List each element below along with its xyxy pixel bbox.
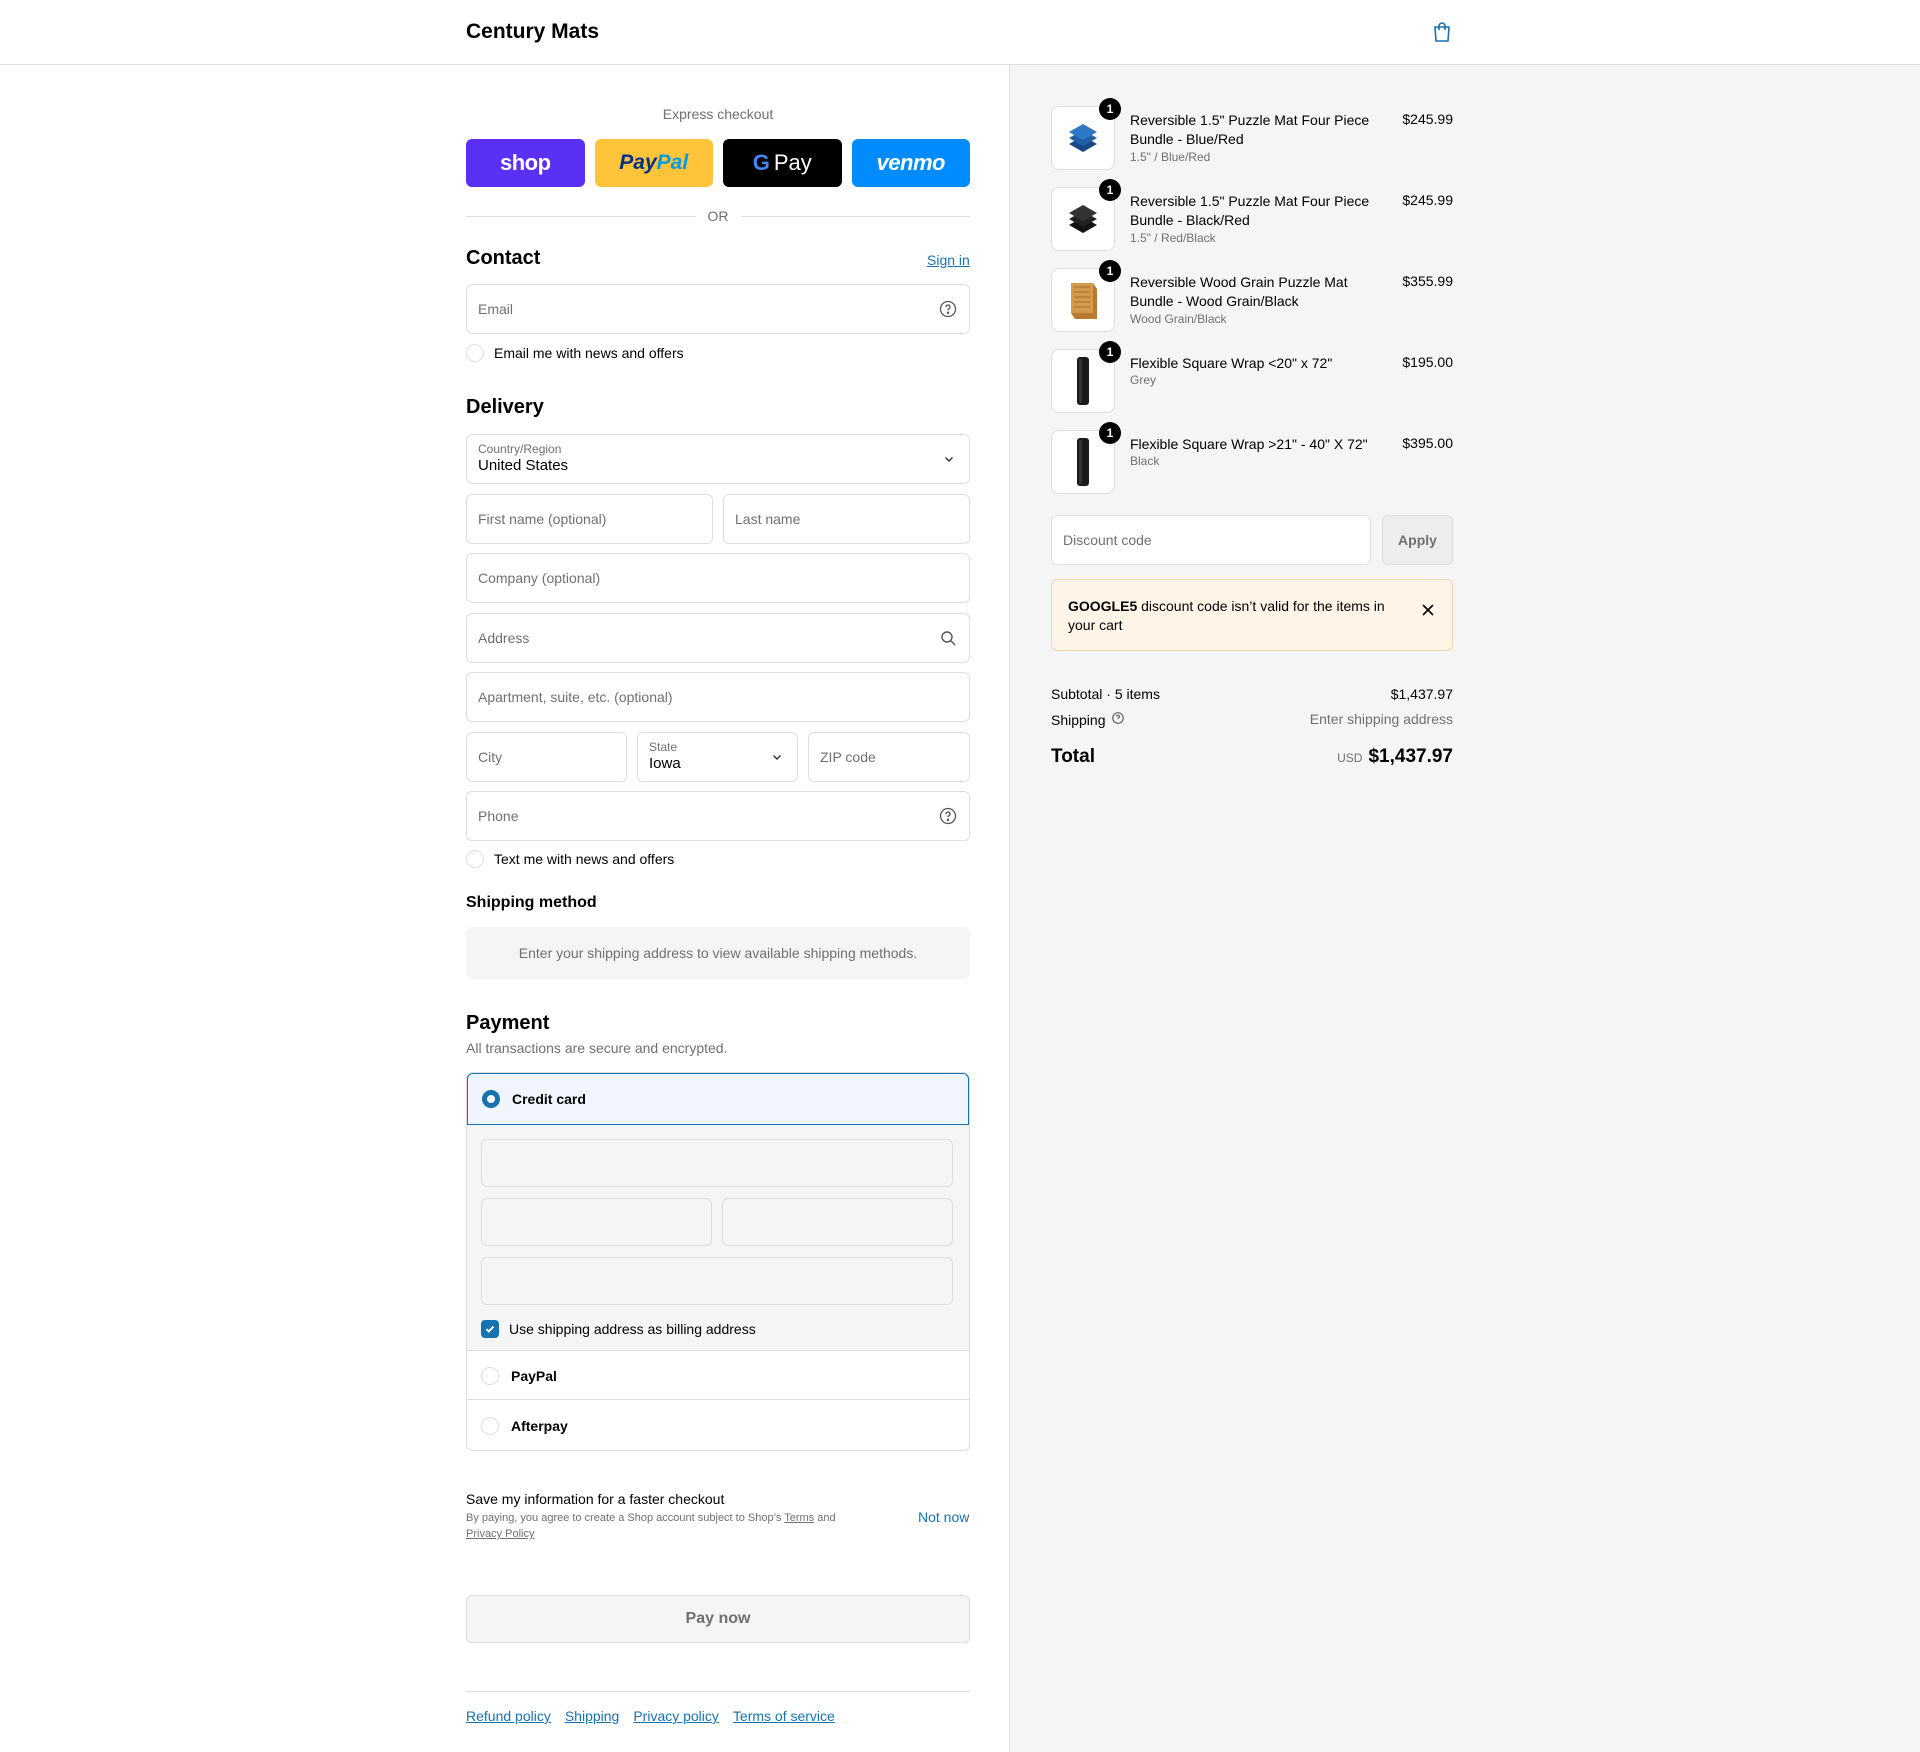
zip-field[interactable]: ZIP code xyxy=(808,732,970,782)
radio-unselected[interactable] xyxy=(481,1417,499,1435)
name-on-card-field[interactable] xyxy=(481,1257,953,1305)
search-icon xyxy=(938,628,958,648)
footer-links: Refund policy Shipping Privacy policy Te… xyxy=(466,1708,835,1724)
payment-methods: Credit card Use shipping address as bill… xyxy=(466,1072,970,1451)
terms-of-service-link[interactable]: Terms of service xyxy=(733,1708,835,1724)
help-icon[interactable] xyxy=(938,299,958,319)
item-price: $395.00 xyxy=(1402,435,1453,451)
help-icon[interactable] xyxy=(938,806,958,826)
or-divider: OR xyxy=(466,206,970,226)
state-select[interactable]: State Iowa xyxy=(637,732,798,782)
quantity-badge: 1 xyxy=(1099,260,1121,282)
contact-title: Contact xyxy=(466,247,541,269)
shipping-policy-link[interactable]: Shipping xyxy=(565,1708,620,1724)
express-checkout-buttons: shop Pay Pal G Pay venmo xyxy=(466,139,970,187)
total-row: Total USD $1,437.97 xyxy=(1051,746,1453,767)
express-checkout-title: Express checkout xyxy=(662,106,774,122)
quantity-badge: 1 xyxy=(1099,341,1121,363)
puzzle-mat-stack-icon xyxy=(1069,124,1097,152)
footer-divider xyxy=(466,1691,970,1692)
billing-address-checkbox[interactable]: Use shipping address as billing address xyxy=(481,1320,756,1338)
shipping-method-placeholder: Enter your shipping address to view avai… xyxy=(466,927,970,979)
save-info-disclaimer: By paying, you agree to create a Shop ac… xyxy=(466,1512,836,1540)
afterpay-option[interactable]: Afterpay xyxy=(467,1401,969,1450)
terms-link[interactable]: Terms xyxy=(784,1512,814,1524)
checkbox[interactable] xyxy=(466,344,484,362)
quantity-badge: 1 xyxy=(1099,422,1121,444)
help-icon[interactable] xyxy=(1111,711,1125,728)
store-logo[interactable]: Century Mats xyxy=(466,20,599,44)
checkbox[interactable] xyxy=(466,850,484,868)
cart-item: 1 Flexible Square Wrap <20" x 72" Grey $… xyxy=(1051,341,1453,413)
chevron-down-icon xyxy=(943,452,955,464)
paypal-option[interactable]: PayPal xyxy=(467,1352,969,1400)
item-name: Flexible Square Wrap <20" x 72" xyxy=(1130,355,1333,371)
privacy-policy-footer-link[interactable]: Privacy policy xyxy=(633,1708,719,1724)
apply-discount-button[interactable]: Apply xyxy=(1382,515,1453,565)
sign-in-link[interactable]: Sign in xyxy=(927,252,970,268)
item-variant: Black xyxy=(1130,454,1160,468)
item-variant: Grey xyxy=(1130,373,1157,387)
venmo-button[interactable]: venmo xyxy=(851,139,970,187)
paypal-button[interactable]: Pay Pal xyxy=(594,139,713,187)
discount-warning-banner: GOOGLE5 discount code isn’t valid for th… xyxy=(1051,579,1453,651)
company-field[interactable]: Company (optional) xyxy=(466,553,970,603)
radio-selected[interactable] xyxy=(482,1090,500,1108)
header: Century Mats xyxy=(0,0,1920,65)
checkmark-icon[interactable] xyxy=(481,1320,499,1338)
credit-card-form: Use shipping address as billing address xyxy=(467,1125,969,1351)
item-variant: 1.5" / Red/Black xyxy=(1130,231,1216,245)
close-icon[interactable] xyxy=(1420,602,1436,618)
shopping-bag-icon[interactable] xyxy=(1430,20,1454,44)
refund-policy-link[interactable]: Refund policy xyxy=(466,1708,551,1724)
item-price: $245.99 xyxy=(1402,192,1453,208)
country-select[interactable]: Country/Region United States xyxy=(466,434,970,484)
privacy-policy-link[interactable]: Privacy Policy xyxy=(466,1528,534,1540)
pay-now-button[interactable]: Pay now xyxy=(466,1595,970,1643)
city-field[interactable]: City xyxy=(466,732,627,782)
expiration-field[interactable] xyxy=(481,1198,712,1246)
cart-item: 1 Reversible 1.5" Puzzle Mat Four Piece … xyxy=(1051,179,1453,251)
item-variant: 1.5" / Blue/Red xyxy=(1130,150,1211,164)
address-field[interactable]: Address xyxy=(466,613,970,663)
first-name-field[interactable]: First name (optional) xyxy=(466,494,713,544)
card-number-field[interactable] xyxy=(481,1139,953,1187)
delivery-title: Delivery xyxy=(466,396,544,418)
payment-title: Payment xyxy=(466,1012,550,1034)
email-field[interactable]: Email xyxy=(466,284,970,334)
security-code-field[interactable] xyxy=(722,1198,953,1246)
shop-pay-button[interactable]: shop xyxy=(466,139,585,187)
item-price: $195.00 xyxy=(1402,354,1453,370)
chevron-down-icon xyxy=(771,750,783,762)
item-name: Reversible 1.5" Puzzle Mat Four Piece Bu… xyxy=(1130,112,1370,147)
apartment-field[interactable]: Apartment, suite, etc. (optional) xyxy=(466,672,970,722)
item-name: Flexible Square Wrap >21" - 40" X 72" xyxy=(1130,436,1368,452)
item-variant: Wood Grain/Black xyxy=(1130,312,1227,326)
item-name: Reversible Wood Grain Puzzle Mat Bundle … xyxy=(1130,274,1348,309)
last-name-field[interactable]: Last name xyxy=(723,494,970,544)
shipping-row: Shipping Enter shipping address xyxy=(1051,711,1453,728)
credit-card-option[interactable]: Credit card xyxy=(467,1073,969,1125)
discount-code-name: GOOGLE5 xyxy=(1068,598,1138,614)
item-price: $245.99 xyxy=(1402,111,1453,127)
cart-item: 1 Flexible Square Wrap >21" - 40" X 72" … xyxy=(1051,422,1453,494)
save-info-title: Save my information for a faster checkou… xyxy=(466,1491,725,1507)
shipping-method-title: Shipping method xyxy=(466,894,597,911)
quantity-badge: 1 xyxy=(1099,98,1121,120)
text-news-checkbox[interactable]: Text me with news and offers xyxy=(466,850,674,868)
quantity-badge: 1 xyxy=(1099,179,1121,201)
payment-subtitle: All transactions are secure and encrypte… xyxy=(466,1040,728,1056)
google-g-icon: G xyxy=(752,150,770,175)
cart-item: 1 Reversible 1.5" Puzzle Mat Four Piece … xyxy=(1051,98,1453,170)
radio-unselected[interactable] xyxy=(481,1366,499,1385)
not-now-button[interactable]: Not now xyxy=(918,1509,969,1525)
subtotal-row: Subtotal · 5 items $1,437.97 xyxy=(1051,686,1453,702)
google-pay-button[interactable]: G Pay xyxy=(723,139,842,187)
item-price: $355.99 xyxy=(1402,273,1453,289)
phone-field[interactable]: Phone xyxy=(466,791,970,841)
email-news-checkbox[interactable]: Email me with news and offers xyxy=(466,344,684,362)
cart-item: 1 Reversible Wood Grain Puzzle Mat Bundl… xyxy=(1051,260,1453,332)
discount-code-field[interactable]: Discount code xyxy=(1051,515,1371,565)
item-name: Reversible 1.5" Puzzle Mat Four Piece Bu… xyxy=(1130,193,1370,228)
